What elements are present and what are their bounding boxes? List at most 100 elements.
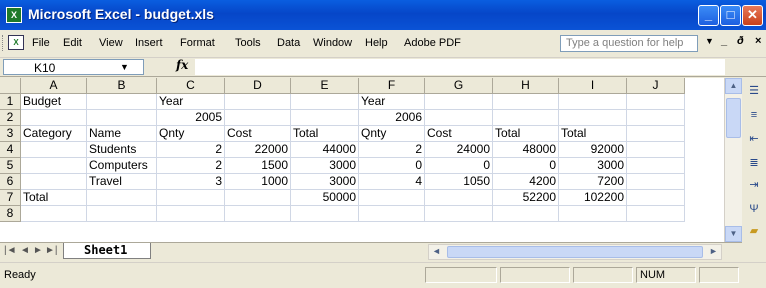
menu-window[interactable]: Window <box>313 37 352 49</box>
insert-function-icon[interactable]: fx <box>176 58 188 72</box>
cell-c7[interactable] <box>157 190 225 206</box>
column-header-c[interactable]: C <box>157 78 225 94</box>
cell-g7[interactable] <box>425 190 493 206</box>
document-close-button[interactable]: × <box>755 35 761 47</box>
row-header-8[interactable]: 8 <box>0 206 21 222</box>
cell-e2[interactable] <box>291 110 359 126</box>
cell-e5[interactable]: 3000 <box>291 158 359 174</box>
scroll-down-button[interactable]: ▼ <box>725 226 742 242</box>
cell-e3[interactable]: Total <box>291 126 359 142</box>
list-icon[interactable]: ≣ <box>747 156 761 170</box>
title-bar[interactable]: X Microsoft Excel - budget.xls _ □ ✕ <box>0 0 766 30</box>
tab-sheet1[interactable]: Sheet1 <box>63 243 151 259</box>
cell-f4[interactable]: 2 <box>359 142 425 158</box>
column-header-i[interactable]: I <box>559 78 627 94</box>
worksheet-grid[interactable]: A B C D E F G H I J 1 Budget Year Year 2 2005 2006 3 Categ… <box>0 78 724 242</box>
horizontal-scrollbar[interactable]: ◄ ► <box>428 244 722 260</box>
cell-a8[interactable] <box>21 206 87 222</box>
cell-j2[interactable] <box>627 110 685 126</box>
cell-d2[interactable] <box>225 110 291 126</box>
cell-f2[interactable]: 2006 <box>359 110 425 126</box>
vertical-scroll-thumb[interactable] <box>726 98 741 138</box>
row-header-4[interactable]: 4 <box>0 142 21 158</box>
cell-h1[interactable] <box>493 94 559 110</box>
cell-j1[interactable] <box>627 94 685 110</box>
cell-a4[interactable] <box>21 142 87 158</box>
column-header-b[interactable]: B <box>87 78 157 94</box>
cell-b3[interactable]: Name <box>87 126 157 142</box>
scroll-right-button[interactable]: ► <box>709 246 718 256</box>
row-header-3[interactable]: 3 <box>0 126 21 142</box>
cell-i5[interactable]: 3000 <box>559 158 627 174</box>
cell-d7[interactable] <box>225 190 291 206</box>
cell-c3[interactable]: Qnty <box>157 126 225 142</box>
name-box-dropdown-icon[interactable]: ▼ <box>120 62 129 72</box>
cell-d4[interactable]: 22000 <box>225 142 291 158</box>
column-header-h[interactable]: H <box>493 78 559 94</box>
outdent-icon[interactable]: ⇥ <box>747 178 761 192</box>
cell-h4[interactable]: 48000 <box>493 142 559 158</box>
cell-i4[interactable]: 92000 <box>559 142 627 158</box>
cell-g6[interactable]: 1050 <box>425 174 493 190</box>
cell-g3[interactable]: Cost <box>425 126 493 142</box>
cell-j4[interactable] <box>627 142 685 158</box>
close-button[interactable]: ✕ <box>742 5 763 26</box>
select-all-corner[interactable] <box>0 78 21 94</box>
cell-d8[interactable] <box>225 206 291 222</box>
column-header-a[interactable]: A <box>21 78 87 94</box>
scroll-up-button[interactable]: ▲ <box>725 78 742 94</box>
cell-c4[interactable]: 2 <box>157 142 225 158</box>
cell-b1[interactable] <box>87 94 157 110</box>
cell-d1[interactable] <box>225 94 291 110</box>
maximize-button[interactable]: □ <box>720 5 741 26</box>
cell-g1[interactable] <box>425 94 493 110</box>
cell-j6[interactable] <box>627 174 685 190</box>
cell-h6[interactable]: 4200 <box>493 174 559 190</box>
cell-j5[interactable] <box>627 158 685 174</box>
cell-g2[interactable] <box>425 110 493 126</box>
menu-help[interactable]: Help <box>365 37 388 49</box>
cell-c5[interactable]: 2 <box>157 158 225 174</box>
cell-g5[interactable]: 0 <box>425 158 493 174</box>
help-search-input[interactable]: Type a question for help <box>560 35 698 52</box>
cell-e8[interactable] <box>291 206 359 222</box>
cell-f7[interactable] <box>359 190 425 206</box>
cell-i3[interactable]: Total <box>559 126 627 142</box>
menu-data[interactable]: Data <box>277 37 300 49</box>
cell-h2[interactable] <box>493 110 559 126</box>
menu-view[interactable]: View <box>99 37 123 49</box>
indent-icon[interactable]: ⇤ <box>747 132 761 146</box>
name-box[interactable]: K10 ▼ <box>3 59 144 75</box>
cell-h3[interactable]: Total <box>493 126 559 142</box>
cell-j8[interactable] <box>627 206 685 222</box>
merge-icon[interactable]: Ψ <box>747 202 761 216</box>
cell-a3[interactable]: Category <box>21 126 87 142</box>
cell-i8[interactable] <box>559 206 627 222</box>
cell-f3[interactable]: Qnty <box>359 126 425 142</box>
menu-adobe-pdf[interactable]: Adobe PDF <box>404 37 461 49</box>
folder-icon[interactable]: ▰ <box>747 224 761 238</box>
cell-f1[interactable]: Year <box>359 94 425 110</box>
cell-d5[interactable]: 1500 <box>225 158 291 174</box>
prev-sheet-button[interactable]: ◄ <box>20 245 30 256</box>
cell-h5[interactable]: 0 <box>493 158 559 174</box>
next-sheet-button[interactable]: ► <box>33 245 43 256</box>
column-header-d[interactable]: D <box>225 78 291 94</box>
cell-i7[interactable]: 102200 <box>559 190 627 206</box>
cell-b6[interactable]: Travel <box>87 174 157 190</box>
cell-d6[interactable]: 1000 <box>225 174 291 190</box>
column-header-g[interactable]: G <box>425 78 493 94</box>
cell-e7[interactable]: 50000 <box>291 190 359 206</box>
align-left-icon[interactable]: ☰ <box>747 84 761 98</box>
cell-c8[interactable] <box>157 206 225 222</box>
cell-a6[interactable] <box>21 174 87 190</box>
menu-format[interactable]: Format <box>180 37 215 49</box>
cell-g8[interactable] <box>425 206 493 222</box>
first-sheet-button[interactable]: |◄ <box>4 245 17 256</box>
cell-i1[interactable] <box>559 94 627 110</box>
cell-b5[interactable]: Computers <box>87 158 157 174</box>
menu-edit[interactable]: Edit <box>63 37 82 49</box>
document-restore-button[interactable]: ð <box>737 35 744 47</box>
row-header-7[interactable]: 7 <box>0 190 21 206</box>
cell-f6[interactable]: 4 <box>359 174 425 190</box>
